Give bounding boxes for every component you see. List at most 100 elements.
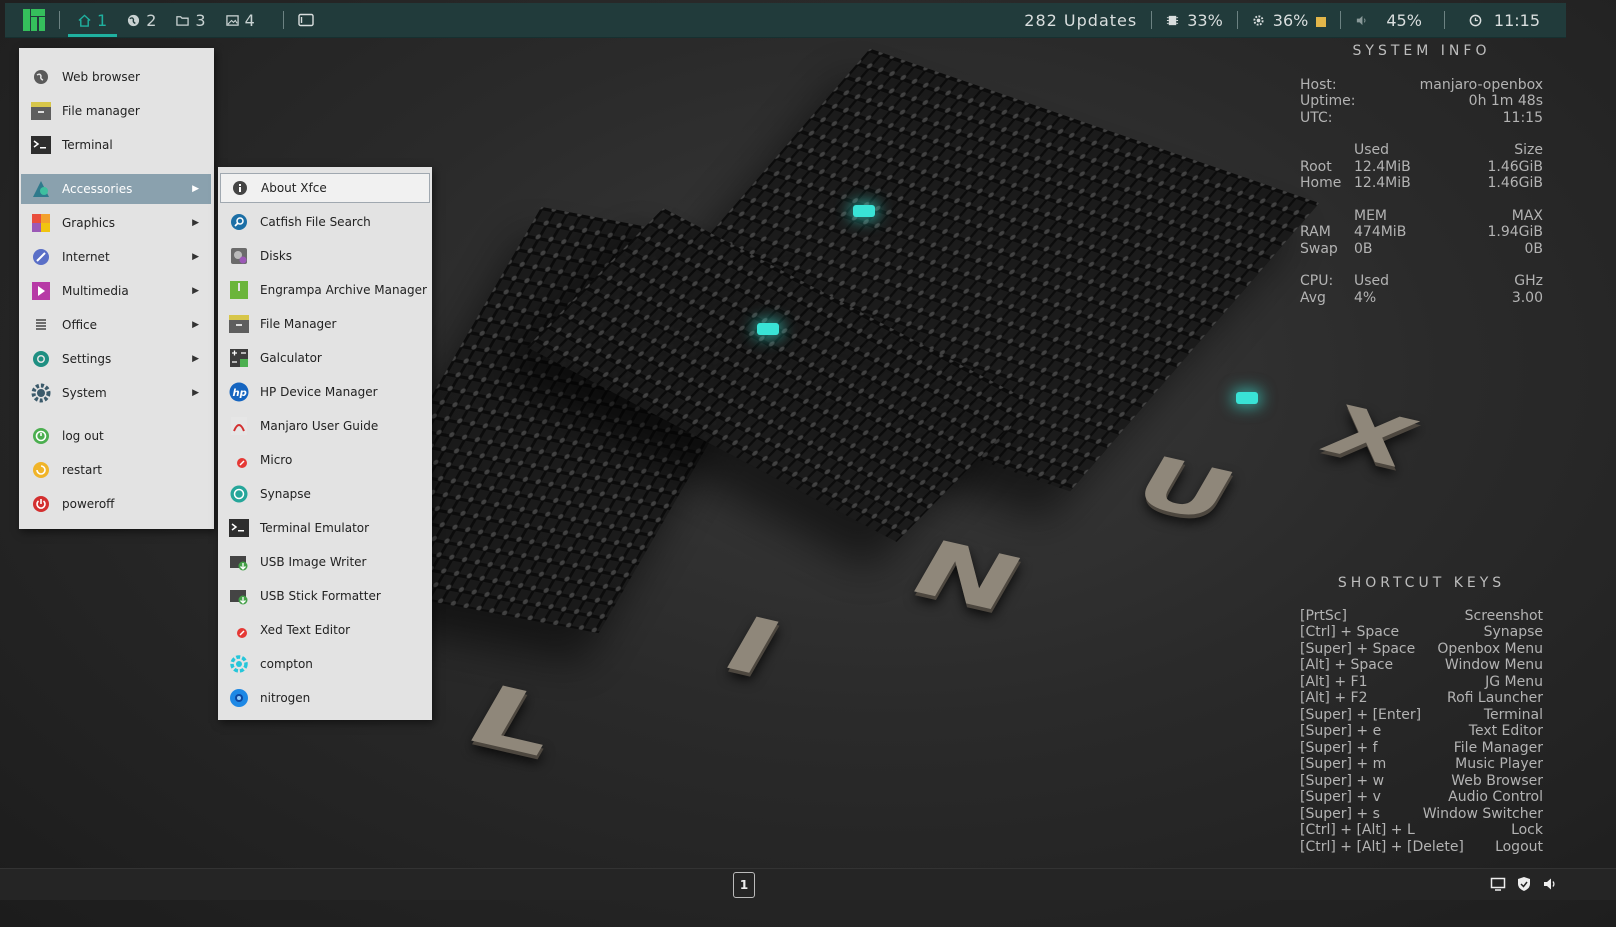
submenu-item-compton[interactable]: compton — [220, 649, 430, 679]
submenu-item-xed[interactable]: Xed Text Editor — [220, 615, 430, 645]
workspace-pager[interactable]: 1 — [733, 872, 755, 898]
shortcut-row: [Alt] + F1 JG Menu — [1300, 674, 1543, 691]
submenu-item-label: Xed Text Editor — [260, 623, 351, 637]
host-row: Host: manjaro-openbox — [1300, 77, 1543, 94]
submenu-item-terminal-emulator[interactable]: Terminal Emulator — [220, 513, 430, 543]
cpu-row-avg: Avg 4% 3.00 — [1300, 290, 1543, 307]
system-icon — [31, 383, 51, 403]
menu-item-label: Graphics — [62, 216, 115, 230]
shortcut-action: File Manager — [1453, 739, 1543, 756]
image-icon — [225, 14, 239, 26]
submenu-arrow-icon: ▶ — [192, 286, 199, 296]
disk-size-header: Size — [1514, 142, 1543, 158]
panel-separator — [1443, 11, 1445, 29]
menu-item-restart[interactable]: restart — [21, 455, 211, 485]
mem-max-header: MAX — [1511, 207, 1543, 224]
volume-value: 45% — [1386, 10, 1422, 30]
updates-label: 282 Updates — [1024, 10, 1138, 30]
shortcut-key: [Super] + w — [1300, 772, 1385, 789]
restart-icon — [31, 460, 51, 480]
shortcut-action: Audio Control — [1448, 789, 1543, 805]
logout-icon — [31, 426, 51, 446]
submenu-item-disks[interactable]: Disks — [220, 241, 430, 271]
menu-item-system[interactable]: System ▶ — [21, 378, 211, 408]
submenu-item-about-xfce[interactable]: About Xfce — [220, 173, 430, 203]
submenu-item-manjaro-guide[interactable]: Manjaro User Guide — [220, 411, 430, 441]
clock-time: 11:15 — [1493, 10, 1540, 30]
file-manager-icon — [31, 101, 51, 121]
cpu-label: CPU: — [1300, 273, 1334, 289]
submenu-item-label: Engrampa Archive Manager — [260, 283, 427, 297]
submenu-item-engrampa[interactable]: Engrampa Archive Manager — [220, 275, 430, 305]
submenu-item-label: Synapse — [260, 487, 311, 501]
shortcut-action: Music Player — [1455, 756, 1543, 772]
pdf-icon — [229, 416, 249, 436]
submenu-item-hp-device-manager[interactable]: hp HP Device Manager — [220, 377, 430, 407]
menu-item-office[interactable]: Office ▶ — [21, 310, 211, 340]
menu-item-settings[interactable]: Settings ▶ — [21, 344, 211, 374]
wallpaper-glow — [1236, 392, 1258, 404]
mem-row-ram: RAM 474MiB 1.94GiB — [1300, 224, 1543, 241]
submenu-item-usb-image-writer[interactable]: USB Image Writer — [220, 547, 430, 577]
submenu-arrow-icon: ▶ — [192, 218, 199, 228]
submenu-item-label: Disks — [260, 249, 293, 263]
wallpaper-letter-n: N — [893, 523, 1040, 629]
workspace-3[interactable]: 3 — [166, 3, 215, 37]
submenu-item-label: File Manager — [260, 317, 337, 331]
shortcut-action: Lock — [1511, 822, 1543, 838]
menu-item-internet[interactable]: Internet ▶ — [21, 242, 211, 272]
mem-row-swap: Swap 0B 0B — [1300, 241, 1543, 258]
disk-used: 12.4MiB — [1354, 158, 1411, 175]
workspace-1[interactable]: 1 — [68, 3, 118, 37]
text-editor-icon — [229, 620, 249, 640]
submenu-item-catfish[interactable]: Catfish File Search — [220, 207, 430, 237]
shortcut-action: Logout — [1495, 838, 1543, 855]
shortcut-key: [PrtSc] — [1300, 607, 1347, 624]
menu-item-file-manager[interactable]: File manager — [21, 96, 211, 126]
submenu-item-label: HP Device Manager — [260, 385, 378, 399]
mem-name: RAM — [1300, 224, 1331, 240]
submenu-item-file-manager[interactable]: File Manager — [220, 309, 430, 339]
submenu-arrow-icon: ▶ — [192, 320, 199, 330]
shield-icon[interactable] — [1516, 876, 1532, 892]
workspace-4[interactable]: 4 — [216, 3, 265, 37]
menu-item-multimedia[interactable]: Multimedia ▶ — [21, 276, 211, 306]
submenu-arrow-icon: ▶ — [192, 184, 199, 194]
shortcut-key: [Super] + Space — [1300, 640, 1416, 657]
menu-item-web-browser[interactable]: Web browser — [21, 62, 211, 92]
search-icon — [229, 212, 249, 232]
volume-indicator[interactable]: 45% — [1349, 11, 1428, 30]
menu-item-accessories[interactable]: Accessories ▶ — [21, 174, 211, 204]
workspace-number: 2 — [146, 10, 157, 30]
workspace-2[interactable]: 2 — [117, 3, 166, 37]
menu-item-logout[interactable]: log out — [21, 421, 211, 451]
updates-indicator[interactable]: 282 Updates — [1018, 11, 1143, 30]
menu-item-poweroff[interactable]: poweroff — [21, 489, 211, 519]
usb-formatter-icon — [229, 586, 249, 606]
menu-item-graphics[interactable]: Graphics ▶ — [21, 208, 211, 238]
manjaro-logo-icon[interactable] — [23, 9, 45, 31]
wallpaper-letter-i: I — [706, 600, 798, 692]
notification-icon[interactable] — [1490, 876, 1506, 892]
wallpaper-glow — [853, 205, 875, 217]
uptime-value: 0h 1m 48s — [1468, 93, 1543, 109]
status-square-icon — [1316, 17, 1327, 27]
shortcut-row: [Ctrl] + [Alt] + [Delete] Logout — [1300, 839, 1543, 856]
submenu-item-usb-stick-formatter[interactable]: USB Stick Formatter — [220, 581, 430, 611]
compton-icon — [229, 654, 249, 674]
clock[interactable]: 11:15 — [1463, 11, 1546, 30]
menu-item-label: Settings — [62, 352, 112, 366]
host-label: Host: — [1300, 76, 1337, 93]
globe-icon — [128, 14, 140, 26]
volume-icon[interactable] — [1542, 876, 1558, 892]
submenu-item-micro[interactable]: Micro — [220, 445, 430, 475]
menu-item-terminal[interactable]: Terminal — [21, 130, 211, 160]
shortcut-row: [Super] + v Audio Control — [1300, 789, 1543, 806]
show-desktop-icon[interactable] — [298, 13, 314, 27]
menu-item-label: Web browser — [62, 70, 140, 84]
home-icon — [78, 13, 91, 27]
submenu-item-nitrogen[interactable]: nitrogen — [220, 683, 430, 713]
panel-separator — [1151, 11, 1153, 29]
submenu-item-galculator[interactable]: Galculator — [220, 343, 430, 373]
submenu-item-synapse[interactable]: Synapse — [220, 479, 430, 509]
